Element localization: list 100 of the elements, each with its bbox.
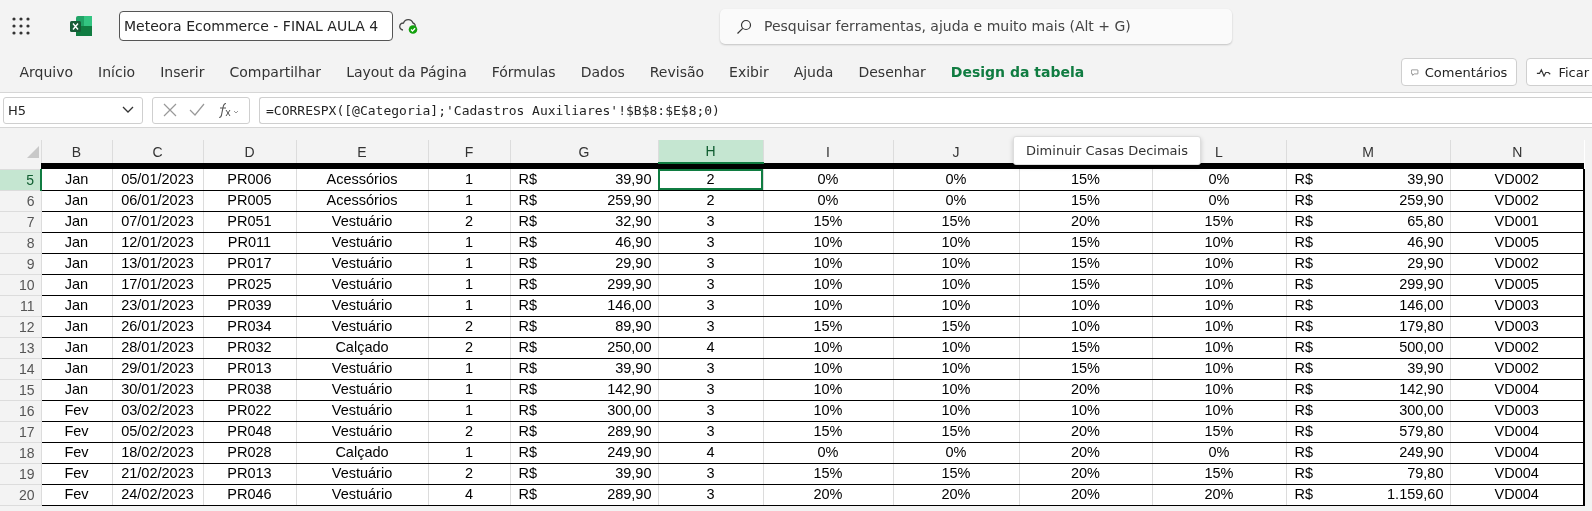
table-cell[interactable]: Fev xyxy=(41,463,112,484)
table-cell[interactable]: VD003 xyxy=(1450,295,1584,316)
table-cell[interactable]: 10% xyxy=(893,379,1019,400)
table-cell[interactable]: 15% xyxy=(763,316,893,337)
table-cell[interactable]: 20% xyxy=(893,484,1019,505)
table-cell[interactable]: 2 xyxy=(428,463,510,484)
table-cell[interactable]: 26/01/2023 xyxy=(112,316,203,337)
table-cell[interactable]: 20% xyxy=(1019,484,1152,505)
table-cell[interactable]: 15% xyxy=(1152,463,1286,484)
table-cell[interactable]: 15% xyxy=(893,211,1019,232)
table-cell[interactable]: 15% xyxy=(1019,232,1152,253)
row-header[interactable]: 15 xyxy=(0,379,41,400)
table-cell[interactable]: 1 xyxy=(428,274,510,295)
table-cell[interactable]: 06/01/2023 xyxy=(112,190,203,211)
row-header[interactable]: 13 xyxy=(0,337,41,358)
table-cell[interactable]: 10% xyxy=(893,400,1019,421)
row-header[interactable]: 16 xyxy=(0,400,41,421)
ribbon-tab[interactable]: Inserir xyxy=(148,60,216,84)
table-cell[interactable]: Vestuário xyxy=(296,463,428,484)
table-cell[interactable]: 13/01/2023 xyxy=(112,253,203,274)
table-cell[interactable]: 1 xyxy=(428,358,510,379)
table-cell[interactable]: PR039 xyxy=(203,295,296,316)
row-header[interactable]: 12 xyxy=(0,316,41,337)
table-cell[interactable]: 20% xyxy=(1019,211,1152,232)
table-cell[interactable]: 3 xyxy=(658,358,763,379)
column-header[interactable]: F xyxy=(428,140,510,163)
table-cell[interactable]: 24/02/2023 xyxy=(112,484,203,505)
table-cell[interactable]: 10% xyxy=(893,253,1019,274)
table-cell[interactable]: PR013 xyxy=(203,358,296,379)
table-cell[interactable]: Vestuário xyxy=(296,421,428,442)
table-cell[interactable]: VD004 xyxy=(1450,379,1584,400)
table-cell[interactable]: VD001 xyxy=(1450,211,1584,232)
column-header[interactable]: M xyxy=(1286,140,1450,163)
table-cell[interactable]: Acessórios xyxy=(296,190,428,211)
table-cell[interactable]: 10% xyxy=(1152,400,1286,421)
table-cell[interactable]: 15% xyxy=(763,463,893,484)
table-cell[interactable]: 15% xyxy=(763,421,893,442)
table-cell[interactable]: 10% xyxy=(763,379,893,400)
table-cell[interactable]: PR011 xyxy=(203,232,296,253)
table-cell[interactable]: PR022 xyxy=(203,400,296,421)
row-header[interactable]: 19 xyxy=(0,463,41,484)
row-header[interactable]: 6 xyxy=(0,190,41,211)
table-cell[interactable]: PR046 xyxy=(203,484,296,505)
table-cell[interactable]: 20% xyxy=(1152,484,1286,505)
table-cell[interactable]: PR005 xyxy=(203,190,296,211)
table-cell[interactable]: VD002 xyxy=(1450,358,1584,379)
ribbon-tab[interactable]: Design da tabela xyxy=(939,60,1096,84)
table-cell[interactable]: VD005 xyxy=(1450,274,1584,295)
table-cell[interactable]: 1 xyxy=(428,442,510,463)
table-cell[interactable]: VD004 xyxy=(1450,463,1584,484)
table-cell[interactable]: 15% xyxy=(893,316,1019,337)
table-cell[interactable]: 15% xyxy=(1019,169,1152,190)
table-cell[interactable]: 2 xyxy=(428,421,510,442)
table-cell[interactable]: 0% xyxy=(1152,190,1286,211)
ribbon-tab[interactable]: Arquivo xyxy=(8,60,85,84)
name-box[interactable]: H5 xyxy=(3,96,143,124)
table-cell[interactable]: Vestuário xyxy=(296,253,428,274)
table-cell[interactable]: Calçado xyxy=(296,337,428,358)
table-cell[interactable]: 18/02/2023 xyxy=(112,442,203,463)
table-cell[interactable]: 10% xyxy=(1019,400,1152,421)
table-cell[interactable]: 15% xyxy=(1152,421,1286,442)
table-cell[interactable]: Vestuário xyxy=(296,379,428,400)
table-cell[interactable]: Fev xyxy=(41,400,112,421)
table-cell[interactable]: 28/01/2023 xyxy=(112,337,203,358)
column-header[interactable]: I xyxy=(763,140,893,163)
table-cell[interactable]: VD004 xyxy=(1450,421,1584,442)
spreadsheet-logo-icon[interactable] xyxy=(70,16,92,36)
table-cell[interactable]: 4 xyxy=(658,442,763,463)
column-header[interactable]: E xyxy=(296,140,428,163)
table-cell[interactable]: 1 xyxy=(428,379,510,400)
table-cell[interactable]: 0% xyxy=(1152,169,1286,190)
table-cell[interactable]: 15% xyxy=(893,463,1019,484)
table-cell[interactable]: 10% xyxy=(763,253,893,274)
table-cell[interactable]: 20% xyxy=(1019,463,1152,484)
table-cell[interactable]: 15% xyxy=(1019,253,1152,274)
table-cell[interactable]: 0% xyxy=(763,169,893,190)
table-cell[interactable]: 0% xyxy=(893,169,1019,190)
table-cell[interactable]: 10% xyxy=(1152,337,1286,358)
table-cell[interactable]: 1 xyxy=(428,400,510,421)
table-cell[interactable]: 10% xyxy=(763,232,893,253)
table-cell[interactable]: 15% xyxy=(1019,274,1152,295)
table-cell[interactable]: 03/02/2023 xyxy=(112,400,203,421)
table-cell[interactable]: VD004 xyxy=(1450,484,1584,505)
table-cell[interactable]: Acessórios xyxy=(296,169,428,190)
table-cell[interactable]: 10% xyxy=(763,274,893,295)
table-cell[interactable]: 10% xyxy=(763,400,893,421)
table-cell[interactable]: VD002 xyxy=(1450,337,1584,358)
table-cell[interactable]: VD002 xyxy=(1450,253,1584,274)
table-cell[interactable]: 23/01/2023 xyxy=(112,295,203,316)
table-cell[interactable]: 15% xyxy=(1019,190,1152,211)
table-cell[interactable]: 4 xyxy=(658,337,763,358)
table-cell[interactable]: 20% xyxy=(1019,379,1152,400)
table-cell[interactable]: 15% xyxy=(763,211,893,232)
catch-up-button[interactable]: Ficar xyxy=(1526,58,1592,86)
table-cell[interactable]: 3 xyxy=(658,379,763,400)
table-cell[interactable]: 1 xyxy=(428,253,510,274)
table-cell[interactable]: Vestuário xyxy=(296,316,428,337)
table-cell[interactable]: 10% xyxy=(1152,358,1286,379)
table-cell[interactable]: 0% xyxy=(893,190,1019,211)
table-cell[interactable]: 2 xyxy=(428,211,510,232)
